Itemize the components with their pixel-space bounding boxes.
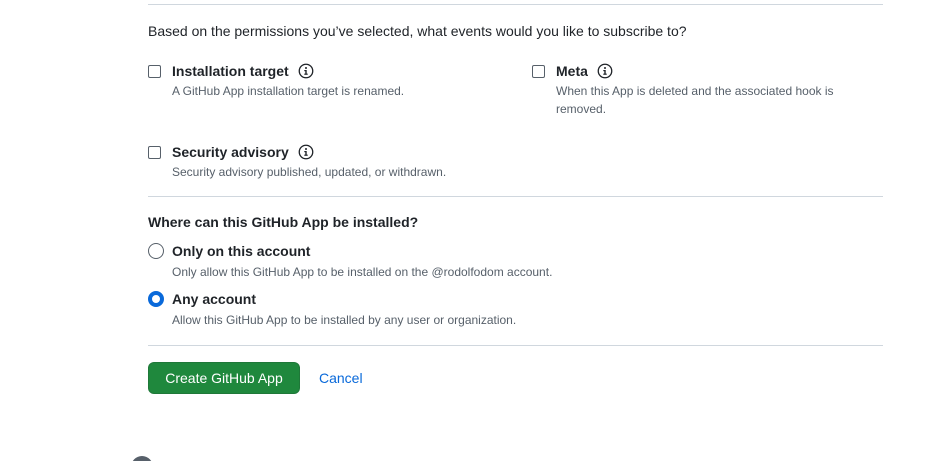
- cancel-link[interactable]: Cancel: [319, 369, 363, 387]
- event-title[interactable]: Security advisory: [172, 143, 289, 161]
- security-advisory-checkbox[interactable]: [148, 146, 161, 159]
- actions-divider: [148, 345, 883, 346]
- info-icon[interactable]: [298, 63, 314, 79]
- any-account-radio[interactable]: [148, 291, 164, 307]
- section-divider: [148, 196, 883, 197]
- radio-option-any-account: Any account Allow this GitHub App to be …: [148, 290, 648, 330]
- event-meta: Meta When this App is deleted and the as…: [532, 62, 862, 118]
- github-app-form: Based on the permissions you’ve selected…: [0, 0, 940, 461]
- event-description: A GitHub App installation target is rena…: [172, 84, 405, 98]
- radio-option-only-this-account: Only on this account Only allow this Git…: [148, 242, 648, 282]
- radio-label[interactable]: Any account: [172, 290, 256, 308]
- event-title-row: Meta: [556, 62, 613, 80]
- install-location-title: Where can this GitHub App be installed?: [148, 214, 419, 230]
- installation-target-checkbox[interactable]: [148, 65, 161, 78]
- event-title-row: Security advisory: [172, 143, 314, 161]
- event-title-row: Installation target: [172, 62, 314, 80]
- radio-description: Only allow this GitHub App to be install…: [172, 265, 553, 279]
- event-description: Security advisory published, updated, or…: [172, 165, 447, 179]
- avatar: [131, 456, 153, 461]
- create-github-app-button[interactable]: Create GitHub App: [148, 362, 300, 394]
- info-icon[interactable]: [597, 63, 613, 79]
- only-this-account-radio[interactable]: [148, 243, 164, 259]
- meta-checkbox[interactable]: [532, 65, 545, 78]
- event-title[interactable]: Meta: [556, 62, 588, 80]
- event-description: When this App is deleted and the associa…: [556, 84, 834, 116]
- event-title[interactable]: Installation target: [172, 62, 289, 80]
- event-installation-target: Installation target A GitHub App install…: [148, 62, 508, 102]
- radio-description: Allow this GitHub App to be installed by…: [172, 313, 517, 327]
- event-security-advisory: Security advisory Security advisory publ…: [148, 143, 508, 183]
- subscribe-prompt: Based on the permissions you’ve selected…: [148, 23, 687, 39]
- top-divider: [148, 4, 883, 5]
- info-icon[interactable]: [298, 144, 314, 160]
- radio-label[interactable]: Only on this account: [172, 242, 310, 260]
